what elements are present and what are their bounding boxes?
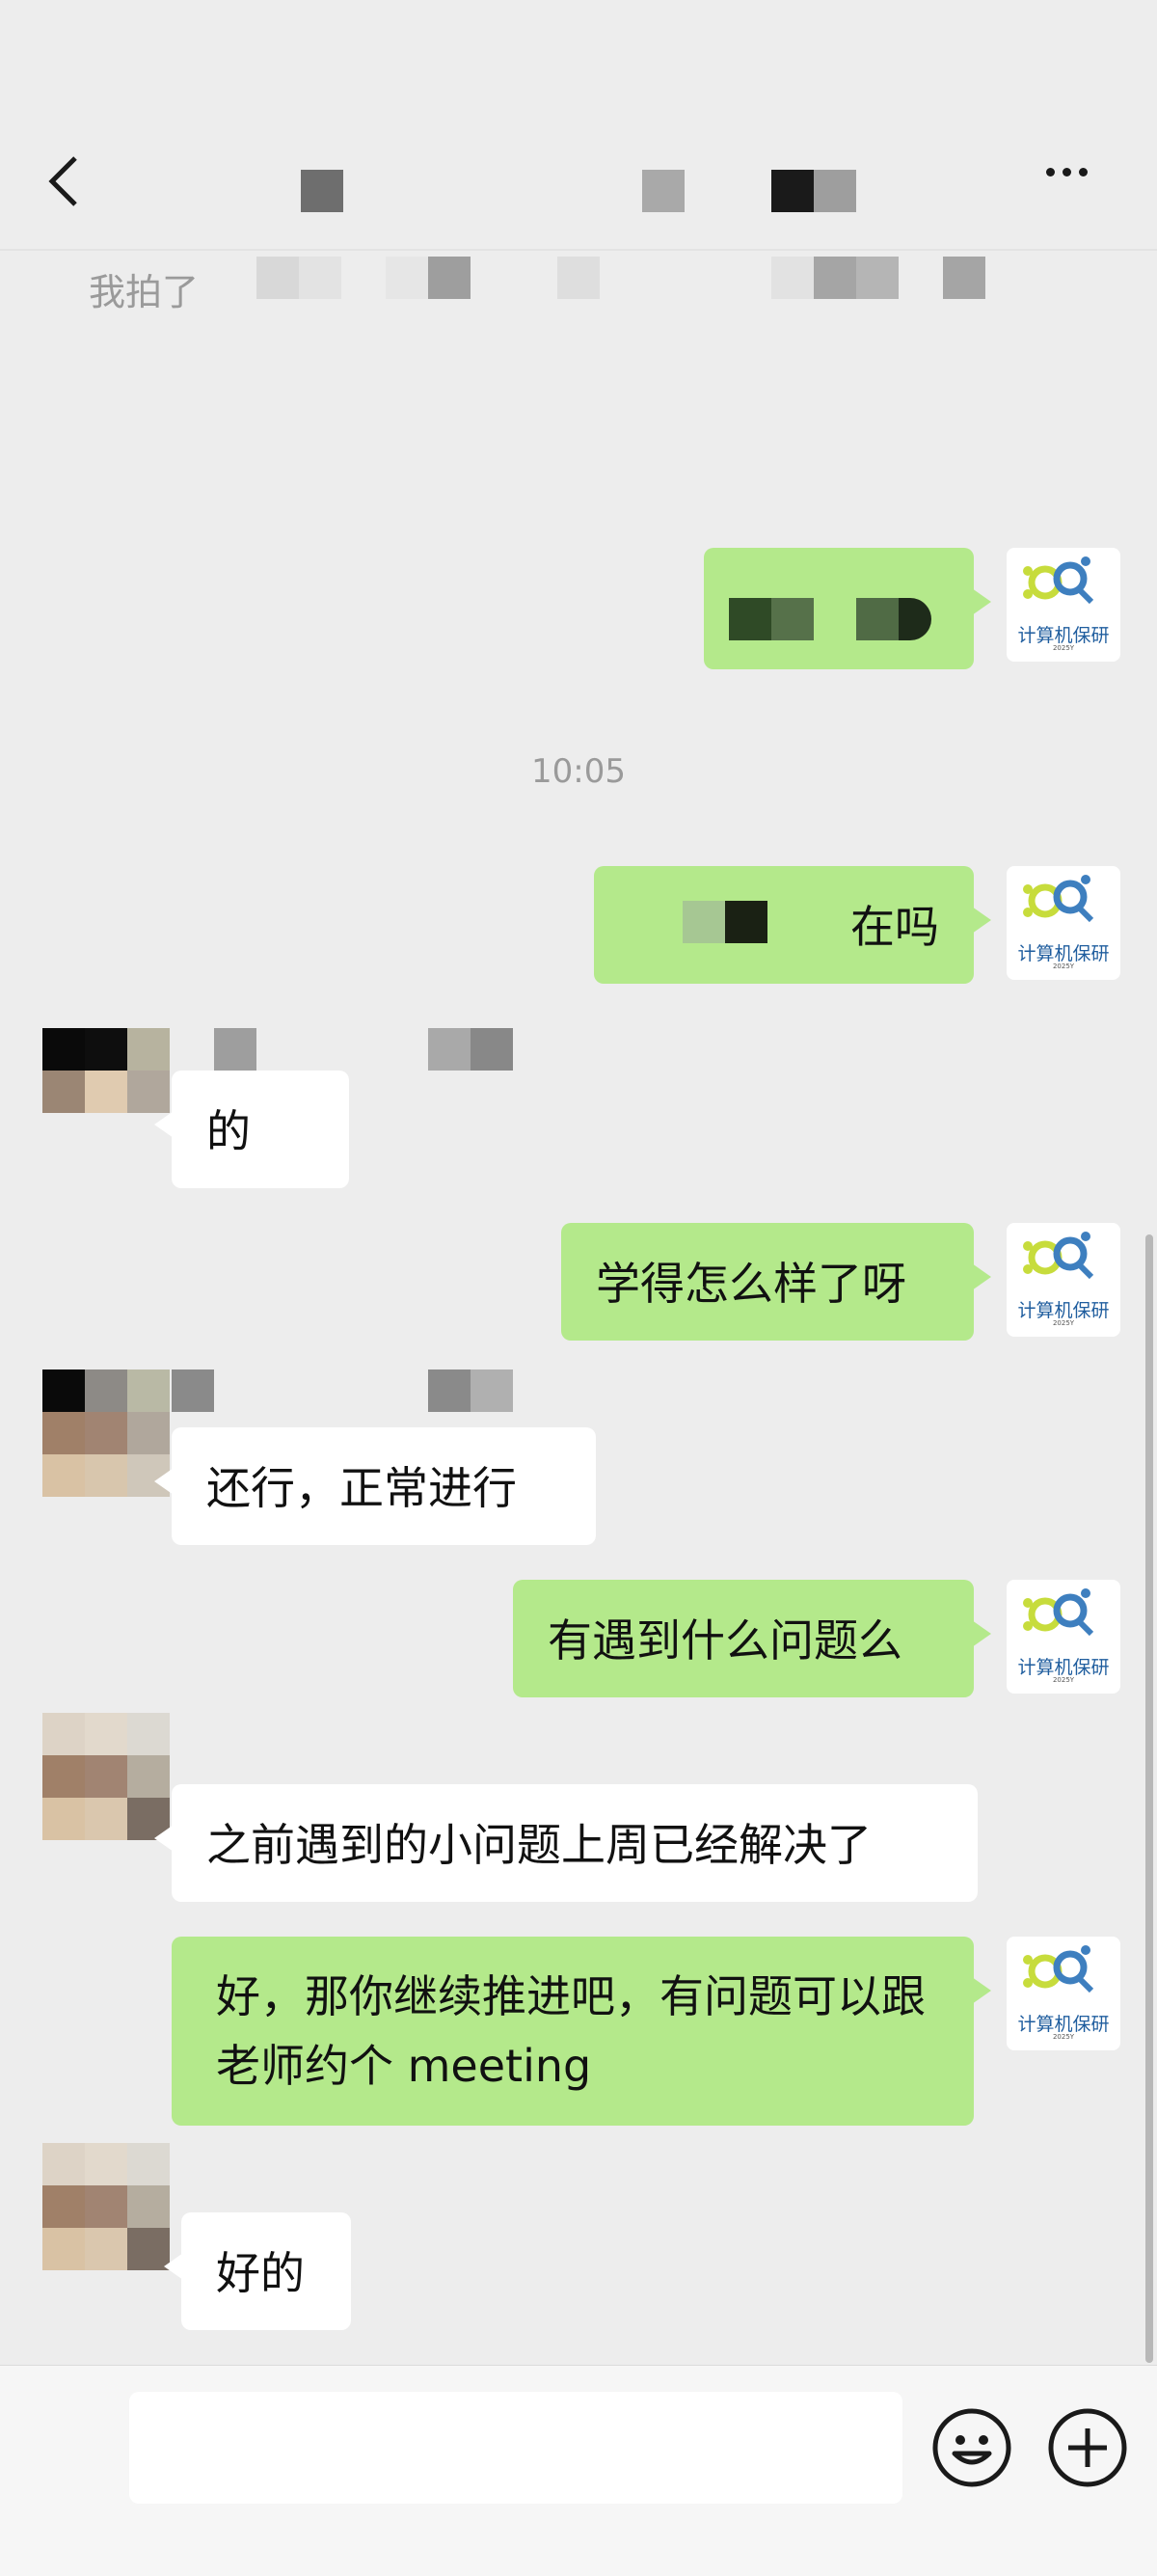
avatar[interactable] xyxy=(42,1369,172,1499)
message-bubble-left[interactable]: 的 xyxy=(154,1071,349,1188)
message-bubble-right[interactable] xyxy=(704,548,991,669)
avatar[interactable]: 计算机保研 2025Y xyxy=(1007,866,1120,980)
avatar[interactable]: 计算机保研 2025Y xyxy=(1007,548,1120,662)
logo-subtext: 2025Y xyxy=(1052,1676,1075,1684)
message-bubble-right[interactable]: 在吗 xyxy=(594,866,991,984)
message-text: 在吗 xyxy=(850,901,939,953)
header-divider xyxy=(0,249,1157,251)
logo-text: 计算机保研 xyxy=(1017,1657,1110,1678)
avatar[interactable]: 计算机保研 2025Y xyxy=(1007,1223,1120,1337)
logo-icon xyxy=(1023,1945,1094,1993)
message-bubble-left[interactable]: 好的 xyxy=(164,2212,351,2330)
plus-icon[interactable] xyxy=(1047,2407,1128,2488)
system-message-text: 我拍了 xyxy=(89,271,200,313)
scrollbar[interactable] xyxy=(1145,1234,1153,2363)
timestamp: 10:05 xyxy=(531,752,626,791)
logo-text: 计算机保研 xyxy=(1017,625,1110,646)
logo-icon xyxy=(1023,875,1094,923)
avatar[interactable]: 计算机保研 2025Y xyxy=(1007,1580,1120,1694)
emoji-icon[interactable] xyxy=(931,2407,1012,2488)
logo-text: 计算机保研 xyxy=(1017,1300,1110,1321)
logo-icon xyxy=(1023,1232,1094,1280)
message-text: 还行，正常进行 xyxy=(206,1462,517,1514)
avatar[interactable]: 计算机保研 2025Y xyxy=(1007,1937,1120,2050)
logo-subtext: 2025Y xyxy=(1052,963,1075,970)
message-bubble-left[interactable]: 之前遇到的小问题上周已经解决了 xyxy=(154,1784,978,1902)
logo-icon xyxy=(1023,1588,1094,1637)
message-text: 之前遇到的小问题上周已经解决了 xyxy=(206,1819,872,1871)
logo-text: 计算机保研 xyxy=(1017,943,1110,964)
message-bubble-right[interactable]: 好，那你继续推进吧，有问题可以跟老师约个 meeting xyxy=(172,1937,991,2126)
more-dots-icon[interactable] xyxy=(1046,162,1104,201)
message-bubble-right[interactable]: 学得怎么样了呀 xyxy=(561,1223,991,1341)
message-text: 学得怎么样了呀 xyxy=(596,1258,906,1310)
message-text: 好的 xyxy=(216,2247,305,2299)
message-bubble-left[interactable]: 还行，正常进行 xyxy=(154,1427,596,1545)
message-text: 有遇到什么问题么 xyxy=(548,1614,902,1667)
logo-icon xyxy=(1023,556,1094,605)
message-bubble-right[interactable]: 有遇到什么问题么 xyxy=(513,1580,991,1697)
logo-subtext: 2025Y xyxy=(1052,644,1075,652)
logo-subtext: 2025Y xyxy=(1052,1319,1075,1327)
chat-header xyxy=(0,0,1157,249)
logo-text: 计算机保研 xyxy=(1017,2014,1110,2035)
logo-subtext: 2025Y xyxy=(1052,2033,1075,2041)
system-message: 我拍了 xyxy=(89,262,199,315)
message-text: 好，那你继续推进吧，有问题可以跟老师约个 meeting xyxy=(216,1970,926,2092)
avatar[interactable] xyxy=(42,2143,172,2272)
message-input[interactable] xyxy=(129,2392,902,2504)
message-text: 的 xyxy=(206,1105,251,1157)
back-chevron-icon[interactable] xyxy=(42,152,85,210)
avatar[interactable] xyxy=(42,1713,172,1842)
avatar[interactable] xyxy=(42,1028,172,1157)
